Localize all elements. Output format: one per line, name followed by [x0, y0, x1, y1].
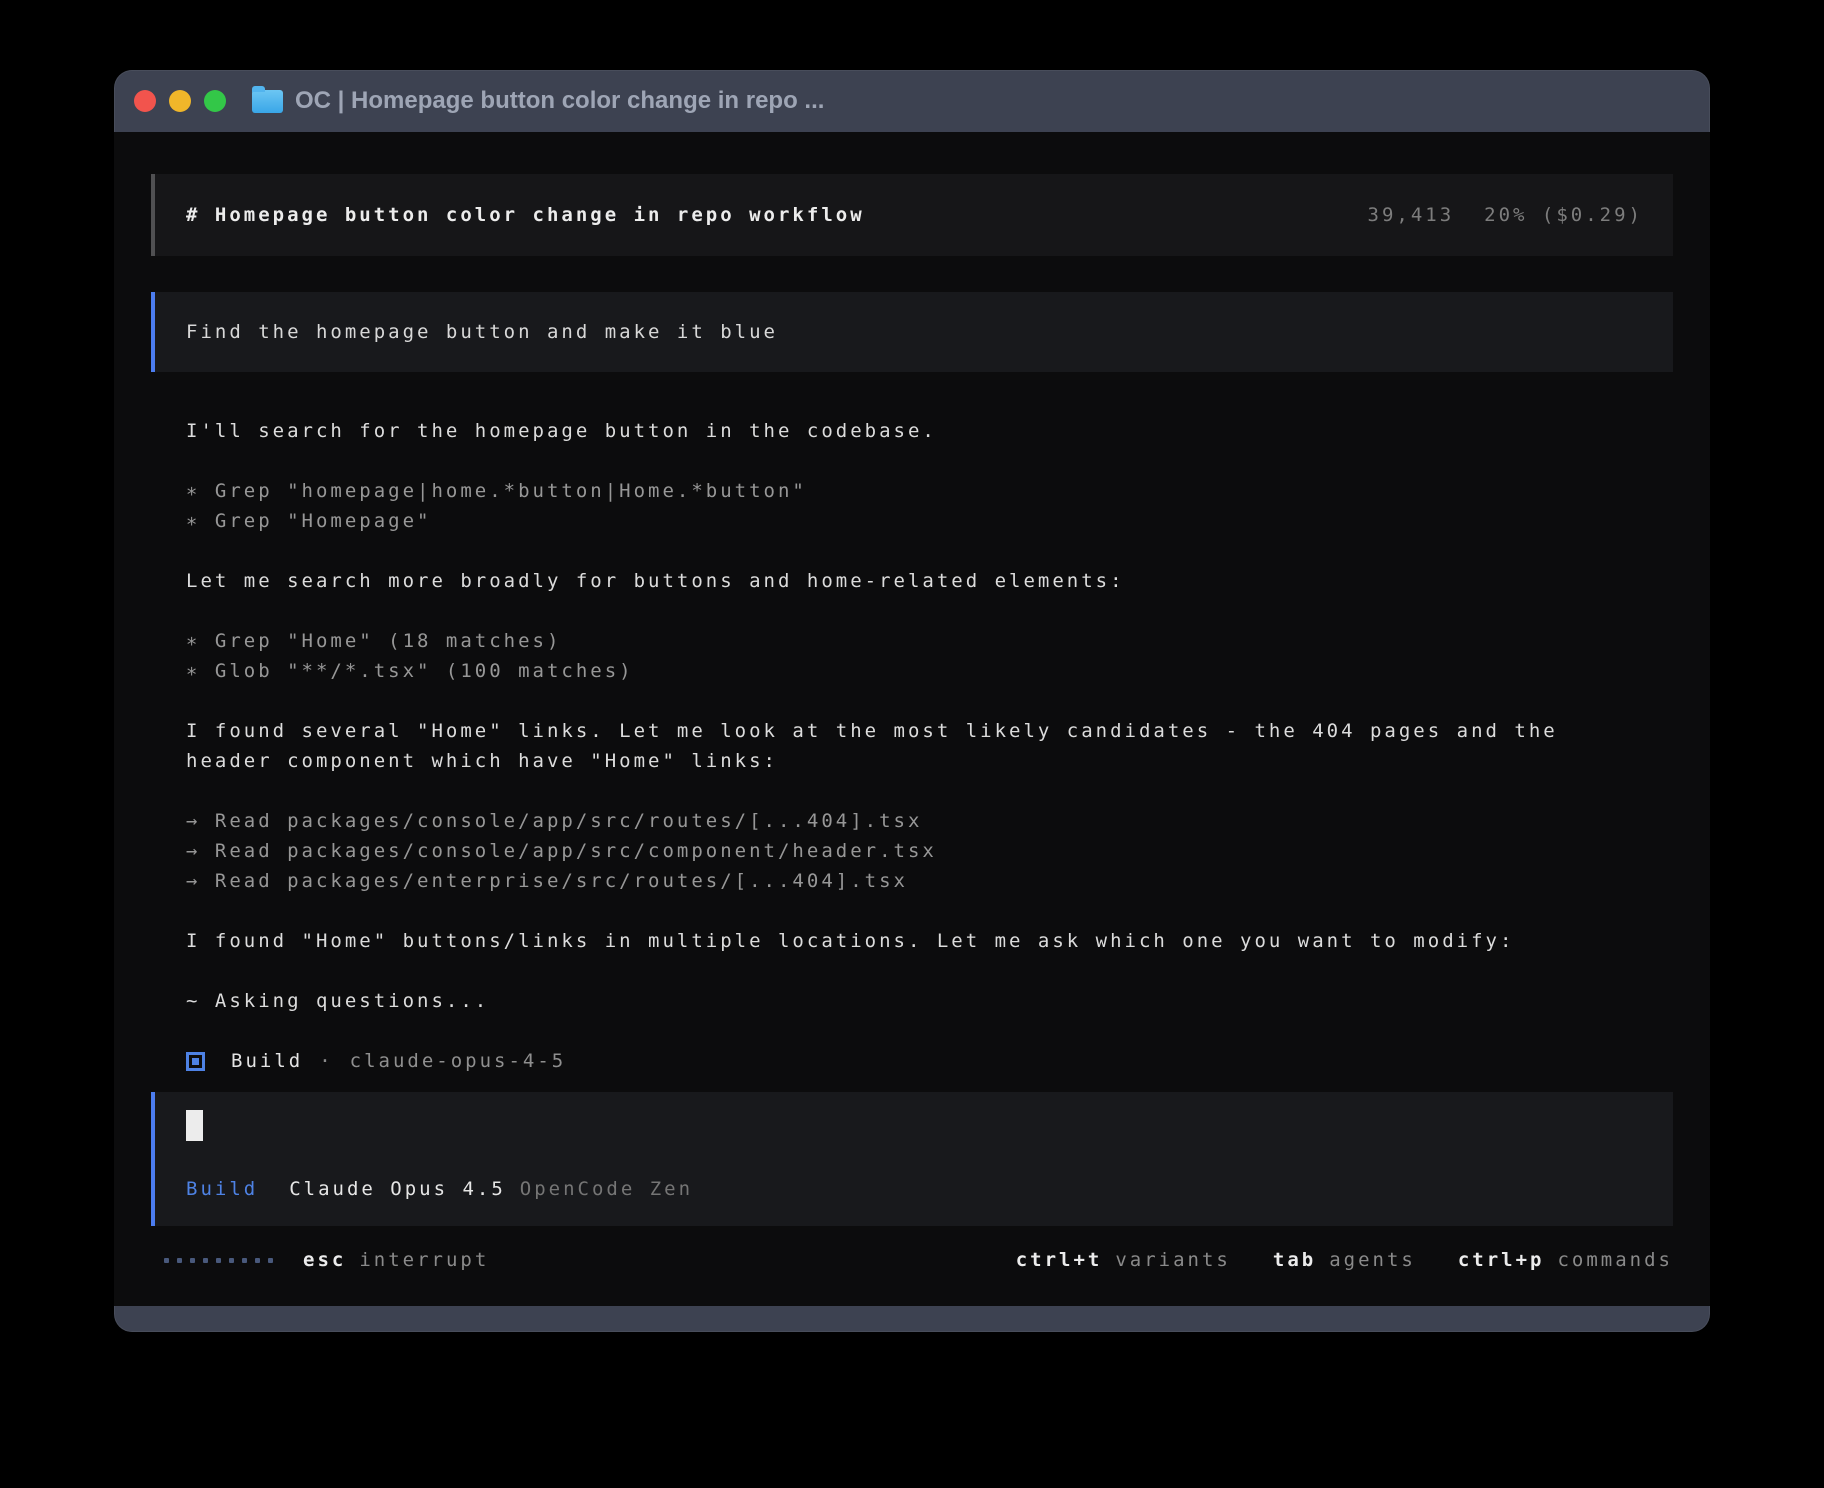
- window-title: OC | Homepage button color change in rep…: [295, 87, 824, 115]
- token-count: 39,413: [1368, 204, 1455, 226]
- agents-hint: tab agents: [1273, 1249, 1416, 1271]
- ctrl-p-key: ctrl+p: [1458, 1249, 1545, 1271]
- user-message: Find the homepage button and make it blu…: [151, 292, 1673, 372]
- input-model-label[interactable]: Claude Opus 4.5: [289, 1174, 506, 1204]
- minimize-button[interactable]: [169, 90, 191, 112]
- session-header: # Homepage button color change in repo w…: [151, 174, 1673, 256]
- session-stats: 39,413 20% ($0.29): [1368, 204, 1643, 226]
- assistant-response: I'll search for the homepage button in t…: [151, 416, 1673, 1076]
- blank-line: [186, 596, 1673, 626]
- esc-interrupt-hint: esc interrupt: [303, 1249, 489, 1271]
- agent-status-row: Build · claude-opus-4-5: [186, 1046, 1673, 1076]
- blank-line: [186, 776, 1673, 806]
- text-cursor: [186, 1110, 203, 1141]
- titlebar: OC | Homepage button color change in rep…: [114, 70, 1710, 132]
- status-bar: esc interrupt ctrl+t variants tab agents…: [151, 1240, 1673, 1280]
- tool-call-glob: ∗ Glob "**/*.tsx" (100 matches): [186, 656, 1673, 686]
- blank-line: [186, 956, 1673, 986]
- commands-label: commands: [1557, 1249, 1673, 1271]
- close-button[interactable]: [134, 90, 156, 112]
- prompt-input[interactable]: Build Claude Opus 4.5 OpenCode Zen: [151, 1092, 1673, 1226]
- status-right: ctrl+t variants tab agents ctrl+p comman…: [1016, 1249, 1673, 1271]
- commands-hint: ctrl+p commands: [1458, 1249, 1673, 1271]
- user-message-text: Find the homepage button and make it blu…: [186, 321, 778, 343]
- esc-key: esc: [303, 1249, 346, 1271]
- context-cost: 20% ($0.29): [1484, 204, 1643, 226]
- blank-line: [186, 446, 1673, 476]
- assistant-line: I'll search for the homepage button in t…: [186, 416, 1673, 446]
- zoom-button[interactable]: [204, 90, 226, 112]
- assistant-line: I found "Home" buttons/links in multiple…: [186, 926, 1673, 956]
- input-provider-label: OpenCode Zen: [520, 1174, 693, 1204]
- variants-label: variants: [1115, 1249, 1231, 1271]
- folder-icon: [252, 90, 283, 113]
- tool-call-read: → Read packages/console/app/src/routes/[…: [186, 806, 1673, 836]
- tool-call-grep: ∗ Grep "Homepage": [186, 506, 1673, 536]
- tool-call-grep: ∗ Grep "homepage|home.*button|Home.*butt…: [186, 476, 1673, 506]
- variants-hint: ctrl+t variants: [1016, 1249, 1231, 1271]
- agents-label: agents: [1329, 1249, 1416, 1271]
- terminal-window: OC | Homepage button color change in rep…: [114, 70, 1710, 1332]
- agent-name: Build: [231, 1050, 303, 1072]
- spinner-dots-icon: [164, 1258, 273, 1263]
- window-controls: [134, 90, 226, 112]
- assistant-line: header component which have "Home" links…: [186, 746, 1673, 776]
- blank-line: [186, 686, 1673, 716]
- assistant-line: I found several "Home" links. Let me loo…: [186, 716, 1673, 746]
- tab-key: tab: [1273, 1249, 1316, 1271]
- ctrl-t-key: ctrl+t: [1016, 1249, 1103, 1271]
- input-agent-label[interactable]: Build: [186, 1174, 258, 1204]
- session-title: # Homepage button color change in repo w…: [186, 204, 865, 226]
- terminal-content: # Homepage button color change in repo w…: [114, 132, 1710, 1306]
- separator-dot: ·: [319, 1050, 333, 1072]
- blank-line: [186, 536, 1673, 566]
- input-meta: Build Claude Opus 4.5 OpenCode Zen: [186, 1174, 1643, 1204]
- blank-line: [186, 896, 1673, 926]
- assistant-line: Let me search more broadly for buttons a…: [186, 566, 1673, 596]
- assistant-status-line: ~ Asking questions...: [186, 986, 1673, 1016]
- agent-model: claude-opus-4-5: [350, 1050, 567, 1072]
- esc-label: interrupt: [359, 1249, 489, 1271]
- status-left: esc interrupt: [151, 1249, 489, 1271]
- agent-build-icon: [186, 1052, 205, 1071]
- tool-call-read: → Read packages/console/app/src/componen…: [186, 836, 1673, 866]
- tool-call-grep: ∗ Grep "Home" (18 matches): [186, 626, 1673, 656]
- tool-call-read: → Read packages/enterprise/src/routes/[.…: [186, 866, 1673, 896]
